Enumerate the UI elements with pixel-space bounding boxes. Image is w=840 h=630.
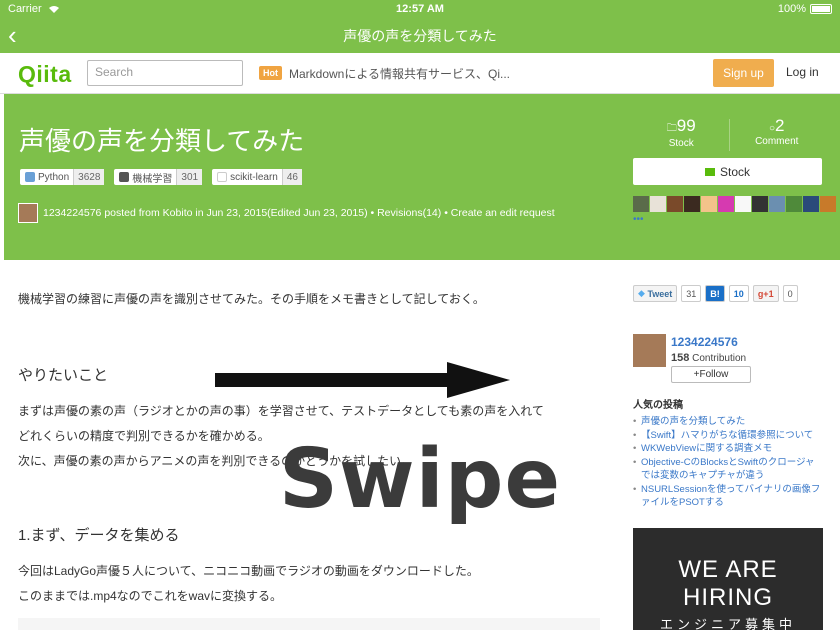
tag-list: Python 3628 機械学習 301 scikit-learn 46 (20, 169, 302, 185)
stocker-avatar[interactable] (684, 196, 700, 212)
top-bar: Carrier 12:57 AM 100% ‹ 声優の声を分類してみた (0, 0, 840, 53)
status-time: 12:57 AM (396, 3, 444, 15)
article-meta: 1234224576 posted from Kobito in Jun 23,… (18, 203, 555, 223)
stock-stat[interactable]: 🗀99 Stock (634, 116, 729, 151)
tweet-button[interactable]: ◆ Tweet (633, 285, 678, 302)
article-hero: 声優の声を分類してみた Python 3628 機械学習 301 scikit-… (4, 94, 840, 260)
section-heading-1: やりたいこと (18, 367, 109, 384)
stocker-avatar[interactable] (735, 196, 751, 212)
popular-item[interactable]: 声優の声を分類してみた (633, 415, 823, 429)
hatena-count: 10 (728, 285, 749, 302)
section-heading-2: 1.まず、データを集める (18, 527, 180, 544)
paragraph-line: 今回はLadyGo声優５人について、ニコニコ動画でラジオの動画をダウンロードした… (18, 564, 479, 578)
swipe-label: Swipe (278, 432, 562, 527)
login-link[interactable]: Log in (786, 65, 819, 79)
hiring-subtitle: エンジニア募集中 (659, 617, 796, 630)
gplus-button[interactable]: g+1 (752, 285, 779, 302)
stocker-avatar[interactable] (820, 196, 836, 212)
status-bar: Carrier 12:57 AM 100% (0, 0, 840, 18)
stocker-avatar[interactable] (650, 196, 666, 212)
stats: 🗀99 Stock ○2 Comment (634, 116, 824, 151)
gplus-count: 0 (782, 285, 798, 302)
scikit-icon (217, 172, 228, 182)
signup-button[interactable]: Sign up (713, 59, 774, 87)
article-title: 声優の声を分類してみた (19, 126, 305, 156)
folder-icon (704, 167, 715, 176)
battery-icon (810, 4, 832, 14)
more-stockers-link[interactable]: ••• (633, 214, 644, 225)
hot-link[interactable]: Markdownによる情報共有サービス、Qi... (289, 65, 510, 82)
hatena-button[interactable]: B! (705, 285, 725, 302)
stocker-avatar[interactable] (752, 196, 768, 212)
search-input[interactable]: Search (87, 60, 243, 86)
hiring-banner[interactable]: WE ARE HIRING エンジニア募集中 (633, 528, 823, 630)
python-icon (25, 172, 35, 182)
swipe-arrow-icon (215, 362, 510, 398)
tweet-count: 31 (681, 285, 702, 302)
author-avatar-small[interactable] (18, 203, 38, 223)
hot-badge: Hot (259, 66, 282, 80)
nav-bar: ‹ 声優の声を分類してみた (0, 18, 840, 53)
stocker-avatar[interactable] (633, 196, 649, 212)
popular-title: 人気の投稿 (633, 400, 683, 411)
twitter-icon: ◆ (638, 288, 645, 298)
stocker-avatar[interactable] (769, 196, 785, 212)
follow-button[interactable]: +Follow (671, 366, 751, 383)
paragraph-line: このままでは.mp4なのでこれをwavに変換する。 (18, 589, 283, 603)
tag-scikit-learn[interactable]: scikit-learn 46 (212, 169, 302, 185)
code-block (18, 618, 600, 630)
author-name[interactable]: 1234224576 (671, 335, 738, 349)
meta-text[interactable]: 1234224576 posted from Kobito in Jun 23,… (43, 207, 555, 219)
tag-python[interactable]: Python 3628 (20, 169, 105, 185)
qiita-logo[interactable]: Qiita (18, 61, 72, 88)
stocker-avatar[interactable] (718, 196, 734, 212)
author-avatar[interactable] (633, 334, 666, 367)
article-intro: 機械学習の練習に声優の声を識別させてみた。その手順をメモ書きとして記しておく。 (18, 292, 485, 306)
stocker-avatars (633, 196, 836, 212)
stocker-avatar[interactable] (786, 196, 802, 212)
ml-icon (119, 172, 130, 182)
hiring-title: WE ARE HIRING (678, 556, 778, 611)
paragraph-line: まずは声優の素の声（ラジオとかの声の事）を学習させて、テストデータとしても素の声… (18, 404, 544, 418)
stocker-avatar[interactable] (803, 196, 819, 212)
stock-button[interactable]: Stock (633, 158, 822, 185)
stocker-avatar[interactable] (701, 196, 717, 212)
contribution: 158 Contribution (671, 352, 747, 364)
site-header: Qiita Search Hot Markdownによる情報共有サービス、Qi.… (0, 53, 840, 94)
tag-machine-learning[interactable]: 機械学習 301 (114, 169, 203, 185)
back-chevron-icon[interactable]: ‹ (8, 22, 17, 48)
share-buttons: ◆ Tweet 31 B! 10 g+1 0 (633, 285, 798, 302)
comment-stat[interactable]: ○2 Comment (730, 116, 825, 151)
folder-icon: 🗀 (666, 123, 677, 134)
stocker-avatar[interactable] (667, 196, 683, 212)
nav-title: 声優の声を分類してみた (343, 27, 497, 44)
